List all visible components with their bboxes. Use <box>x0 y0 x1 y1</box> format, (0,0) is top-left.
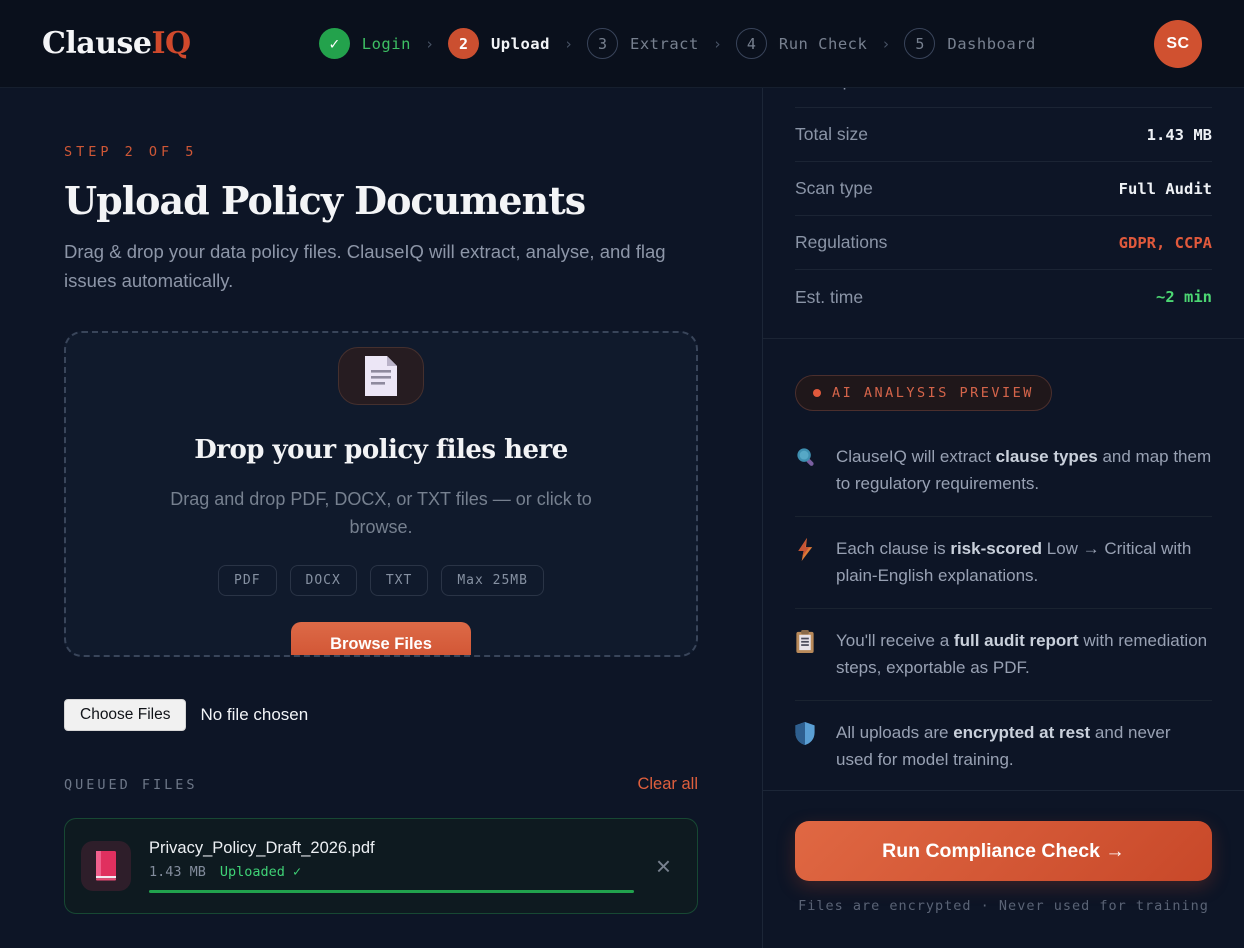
sidebar-scroll-area[interactable]: Files queued 1 Total size 1.43 MB Scan t… <box>763 88 1244 790</box>
dot-icon <box>813 389 821 397</box>
step-run-check-number: 4 <box>736 28 767 59</box>
summary-value: 1.43 MB <box>1147 126 1212 144</box>
queued-file-card: Privacy_Policy_Draft_2026.pdf 1.43 MB Up… <box>64 818 698 914</box>
summary-value: 1 <box>1203 88 1212 90</box>
page-title: Upload Policy Documents <box>64 178 698 223</box>
chevron-separator-icon: › <box>881 35 890 53</box>
choose-files-button[interactable]: Choose Files <box>64 699 186 731</box>
page-subtitle: Drag & drop your data policy files. Clau… <box>64 237 694 295</box>
step-extract-number: 3 <box>587 28 618 59</box>
insight-text: Each clause is risk-scored Low → Critica… <box>836 536 1212 589</box>
check-icon: ✓ <box>319 28 350 59</box>
summary-row-regulations: Regulations GDPR, CCPA <box>795 216 1212 270</box>
step-dashboard[interactable]: 5 Dashboard <box>904 28 1036 59</box>
clipboard-icon <box>795 628 819 681</box>
chip-txt: TXT <box>370 565 428 596</box>
close-icon[interactable]: × <box>652 849 675 883</box>
file-info: Privacy_Policy_Draft_2026.pdf 1.43 MB Up… <box>149 839 634 893</box>
app-header: ClauseIQ ✓ Login › 2 Upload › 3 Extract … <box>0 0 1244 88</box>
avatar[interactable]: SC <box>1154 20 1202 68</box>
insight-list: ClauseIQ will extract clause types and m… <box>795 425 1212 790</box>
chip-pdf: PDF <box>218 565 276 596</box>
insight-text: All uploads are encrypted at rest and ne… <box>836 720 1212 773</box>
browse-files-button[interactable]: Browse Files <box>291 622 471 657</box>
step-login-label: Login <box>362 35 411 53</box>
analysis-sidebar: Files queued 1 Total size 1.43 MB Scan t… <box>763 88 1244 948</box>
logo-text-accent: IQ <box>152 26 191 61</box>
upload-progress-track <box>149 890 634 893</box>
step-dashboard-label: Dashboard <box>947 35 1036 53</box>
insight-clause-types: ClauseIQ will extract clause types and m… <box>795 425 1212 517</box>
pdf-book-icon <box>93 850 119 882</box>
ai-preview-badge: AI ANALYSIS PREVIEW <box>795 375 1052 411</box>
shield-icon <box>795 720 819 773</box>
insight-audit-report: You'll receive a full audit report with … <box>795 609 1212 701</box>
summary-label: Scan type <box>795 178 873 199</box>
dropzone-heading: Drop your policy files here <box>66 435 696 465</box>
step-login[interactable]: ✓ Login <box>319 28 411 59</box>
summary-row-total-size: Total size 1.43 MB <box>795 108 1212 162</box>
step-extract[interactable]: 3 Extract <box>587 28 699 59</box>
file-dropzone[interactable]: Drop your policy files here Drag and dro… <box>64 331 698 657</box>
page-body: STEP 2 OF 5 Upload Policy Documents Drag… <box>0 88 1244 948</box>
ai-preview-badge-label: AI ANALYSIS PREVIEW <box>832 385 1034 401</box>
summary-value: ~2 min <box>1156 288 1212 306</box>
scan-summary-table: Files queued 1 Total size 1.43 MB Scan t… <box>763 88 1244 324</box>
step-upload[interactable]: 2 Upload <box>448 28 550 59</box>
search-icon <box>795 444 819 497</box>
chevron-separator-icon: › <box>713 35 722 53</box>
lightning-icon <box>795 536 819 589</box>
step-extract-label: Extract <box>630 35 699 53</box>
document-icon-badge <box>338 347 424 405</box>
summary-row-scan-type: Scan type Full Audit <box>795 162 1212 216</box>
chevron-separator-icon: › <box>425 35 434 53</box>
dropzone-hint: Drag and drop PDF, DOCX, or TXT files — … <box>156 485 606 541</box>
chip-docx: DOCX <box>290 565 357 596</box>
step-run-check[interactable]: 4 Run Check <box>736 28 868 59</box>
step-dashboard-number: 5 <box>904 28 935 59</box>
encryption-footnote: Files are encrypted · Never used for tra… <box>795 898 1212 914</box>
native-file-input: Choose Files No file chosen <box>64 699 698 731</box>
summary-label: Files queued <box>795 88 895 91</box>
pdf-file-icon-box <box>81 841 131 891</box>
chip-max-size: Max 25MB <box>441 565 544 596</box>
insight-text: ClauseIQ will extract clause types and m… <box>836 444 1212 497</box>
summary-label: Total size <box>795 124 868 145</box>
file-upload-status: Uploaded ✓ <box>220 864 301 880</box>
step-upload-label: Upload <box>491 35 550 53</box>
queue-header: QUEUED FILES Clear all <box>64 775 698 794</box>
filetype-chips: PDF DOCX TXT Max 25MB <box>66 565 696 596</box>
chevron-separator-icon: › <box>564 35 573 53</box>
logo-text-main: Clause <box>42 26 152 61</box>
step-eyebrow: STEP 2 OF 5 <box>64 144 698 160</box>
run-compliance-check-button[interactable]: Run Compliance Check → <box>795 821 1212 881</box>
file-meta: 1.43 MB Uploaded ✓ <box>149 864 634 880</box>
summary-value: GDPR, CCPA <box>1119 234 1212 252</box>
summary-row-est-time: Est. time ~2 min <box>795 270 1212 324</box>
step-upload-number: 2 <box>448 28 479 59</box>
queued-files-heading: QUEUED FILES <box>64 777 198 793</box>
file-size: 1.43 MB <box>149 864 206 880</box>
upload-progress-fill <box>149 890 634 893</box>
summary-value: Full Audit <box>1119 180 1212 198</box>
step-run-check-label: Run Check <box>779 35 868 53</box>
document-icon <box>363 354 399 398</box>
insight-text: You'll receive a full audit report with … <box>836 628 1212 681</box>
upload-main-panel: STEP 2 OF 5 Upload Policy Documents Drag… <box>0 88 763 948</box>
file-input-status: No file chosen <box>200 705 308 725</box>
summary-row-files-queued: Files queued 1 <box>795 88 1212 108</box>
summary-label: Regulations <box>795 232 887 253</box>
summary-label: Est. time <box>795 287 863 308</box>
clear-all-link[interactable]: Clear all <box>637 775 698 794</box>
sidebar-footer: Run Compliance Check → Files are encrypt… <box>763 790 1244 948</box>
insight-risk-scored: Each clause is risk-scored Low → Critica… <box>795 517 1212 609</box>
ai-analysis-preview-section: AI ANALYSIS PREVIEW ClauseIQ <box>763 339 1244 790</box>
file-name: Privacy_Policy_Draft_2026.pdf <box>149 839 634 858</box>
insight-encryption: All uploads are encrypted at rest and ne… <box>795 701 1212 790</box>
clauseiq-logo: ClauseIQ <box>42 26 191 61</box>
stepper-nav: ✓ Login › 2 Upload › 3 Extract › 4 Run C… <box>231 28 1124 59</box>
app-root: ClauseIQ ✓ Login › 2 Upload › 3 Extract … <box>0 0 1244 948</box>
